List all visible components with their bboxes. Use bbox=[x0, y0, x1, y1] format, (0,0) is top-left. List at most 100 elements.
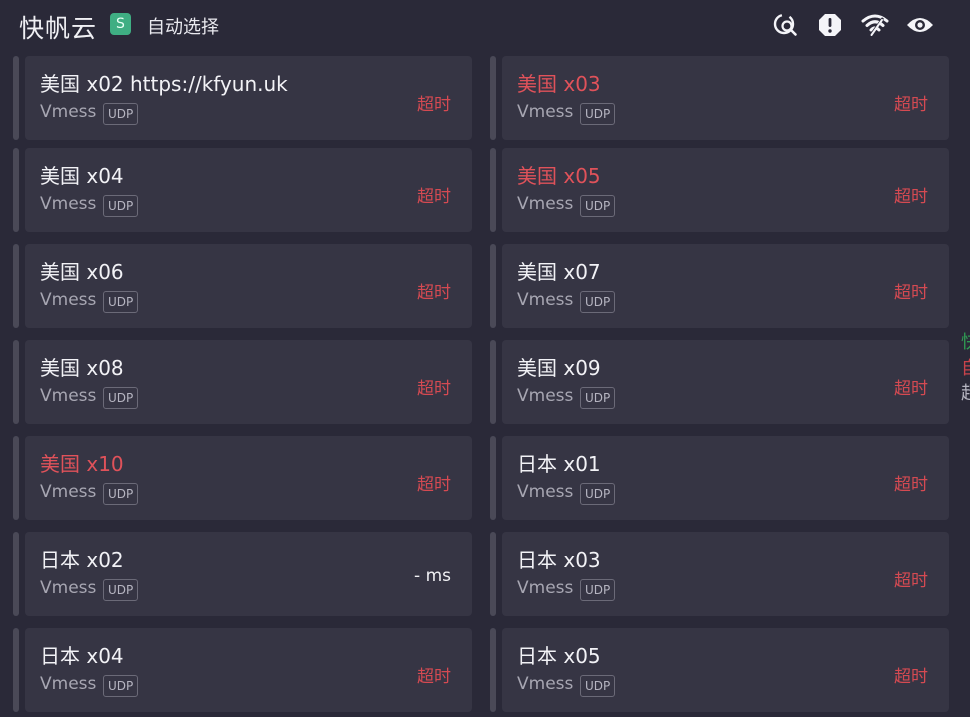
node-delay[interactable]: 超时 bbox=[417, 374, 451, 399]
node-delay[interactable]: 超时 bbox=[894, 182, 928, 207]
proxy-node-body[interactable]: 日本 x03 Vmess UDP 超时 bbox=[502, 532, 949, 616]
wifi-icon[interactable] bbox=[861, 11, 889, 39]
clipped-side-text: 自 bbox=[961, 354, 970, 380]
udp-tag: UDP bbox=[580, 675, 616, 697]
proxy-node-card[interactable]: 美国 x02 https://kfyun.uk Vmess UDP 超时 bbox=[13, 56, 473, 140]
proxy-node-card[interactable]: 美国 x08 Vmess UDP 超时 bbox=[13, 340, 473, 424]
proxy-node-card[interactable]: 日本 x05 Vmess UDP 超时 bbox=[490, 628, 950, 712]
proxy-node-body[interactable]: 美国 x02 https://kfyun.uk Vmess UDP 超时 bbox=[25, 56, 472, 140]
node-delay[interactable]: 超时 bbox=[417, 90, 451, 115]
node-protocol: Vmess bbox=[40, 386, 97, 406]
alert-icon[interactable] bbox=[816, 11, 844, 39]
selection-indicator bbox=[490, 628, 496, 712]
udp-tag: UDP bbox=[580, 387, 616, 409]
top-bar: 快帆云 S 自动选择 bbox=[0, 0, 970, 52]
proxy-node-card[interactable]: 日本 x01 Vmess UDP 超时 bbox=[490, 436, 950, 520]
proxy-node-card[interactable]: 美国 x10 Vmess UDP 超时 bbox=[13, 436, 473, 520]
proxy-node-body[interactable]: 美国 x09 Vmess UDP 超时 bbox=[502, 340, 949, 424]
proxy-node-body[interactable]: 美国 x03 Vmess UDP 超时 bbox=[502, 56, 949, 140]
udp-tag: UDP bbox=[103, 579, 139, 601]
node-protocol: Vmess bbox=[517, 482, 574, 502]
node-name: 美国 x02 https://kfyun.uk bbox=[40, 72, 288, 96]
node-protocol: Vmess bbox=[40, 194, 97, 214]
proxy-node-card[interactable]: 美国 x09 Vmess UDP 超时 bbox=[490, 340, 950, 424]
udp-tag: UDP bbox=[580, 579, 616, 601]
node-name: 日本 x04 bbox=[40, 644, 124, 668]
selection-indicator bbox=[13, 628, 19, 712]
node-name: 美国 x04 bbox=[40, 164, 124, 188]
proxy-node-card[interactable]: 美国 x03 Vmess UDP 超时 bbox=[490, 56, 950, 140]
search-speed-icon[interactable] bbox=[772, 11, 800, 39]
node-name: 美国 x10 bbox=[40, 452, 124, 476]
proxy-node-card[interactable]: 美国 x06 Vmess UDP 超时 bbox=[13, 244, 473, 328]
node-name: 美国 x09 bbox=[517, 356, 601, 380]
selection-indicator bbox=[13, 56, 19, 140]
udp-tag: UDP bbox=[580, 291, 616, 313]
clipped-side-text: 超 bbox=[961, 379, 970, 405]
proxy-node-body[interactable]: 日本 x04 Vmess UDP 超时 bbox=[25, 628, 472, 712]
clipped-side-text: 快 bbox=[961, 328, 970, 354]
node-name: 美国 x08 bbox=[40, 356, 124, 380]
selection-indicator bbox=[490, 148, 496, 232]
proxy-node-body[interactable]: 美国 x08 Vmess UDP 超时 bbox=[25, 340, 472, 424]
group-mode-label: 自动选择 bbox=[147, 17, 219, 38]
node-delay[interactable]: 超时 bbox=[417, 182, 451, 207]
node-delay[interactable]: 超时 bbox=[417, 662, 451, 687]
proxy-node-body[interactable]: 美国 x04 Vmess UDP 超时 bbox=[25, 148, 472, 232]
udp-tag: UDP bbox=[580, 103, 616, 125]
node-name: 美国 x05 bbox=[517, 164, 601, 188]
group-type-badge: S bbox=[110, 13, 131, 35]
udp-tag: UDP bbox=[103, 675, 139, 697]
proxy-node-body[interactable]: 美国 x05 Vmess UDP 超时 bbox=[502, 148, 949, 232]
selection-indicator bbox=[490, 56, 496, 140]
node-delay[interactable]: - ms bbox=[414, 566, 451, 586]
node-protocol: Vmess bbox=[517, 674, 574, 694]
proxy-node-body[interactable]: 日本 x05 Vmess UDP 超时 bbox=[502, 628, 949, 712]
node-protocol: Vmess bbox=[40, 578, 97, 598]
eye-icon[interactable] bbox=[906, 11, 934, 39]
proxy-node-card[interactable]: 日本 x03 Vmess UDP 超时 bbox=[490, 532, 950, 616]
node-protocol: Vmess bbox=[517, 194, 574, 214]
node-name: 日本 x01 bbox=[517, 452, 601, 476]
udp-tag: UDP bbox=[103, 387, 139, 409]
selection-indicator bbox=[490, 532, 496, 616]
udp-tag: UDP bbox=[103, 483, 139, 505]
node-name: 日本 x05 bbox=[517, 644, 601, 668]
node-delay[interactable]: 超时 bbox=[417, 278, 451, 303]
selection-indicator bbox=[490, 340, 496, 424]
proxy-node-body[interactable]: 日本 x02 Vmess UDP - ms bbox=[25, 532, 472, 616]
proxy-node-card[interactable]: 日本 x04 Vmess UDP 超时 bbox=[13, 628, 473, 712]
node-delay[interactable]: 超时 bbox=[894, 90, 928, 115]
proxy-node-body[interactable]: 美国 x10 Vmess UDP 超时 bbox=[25, 436, 472, 520]
node-delay[interactable]: 超时 bbox=[894, 374, 928, 399]
selection-indicator bbox=[13, 436, 19, 520]
selection-indicator bbox=[490, 244, 496, 328]
node-protocol: Vmess bbox=[40, 290, 97, 310]
proxy-node-card[interactable]: 美国 x05 Vmess UDP 超时 bbox=[490, 148, 950, 232]
proxy-node-grid: 美国 x02 https://kfyun.uk Vmess UDP 超时 美国 x03 V… bbox=[0, 52, 970, 717]
node-name: 美国 x07 bbox=[517, 260, 601, 284]
node-protocol: Vmess bbox=[517, 386, 574, 406]
node-protocol: Vmess bbox=[40, 102, 97, 122]
node-delay[interactable]: 超时 bbox=[894, 662, 928, 687]
node-protocol: Vmess bbox=[40, 482, 97, 502]
proxy-node-card[interactable]: 日本 x02 Vmess UDP - ms bbox=[13, 532, 473, 616]
node-delay[interactable]: 超时 bbox=[894, 566, 928, 591]
proxy-node-card[interactable]: 美国 x04 Vmess UDP 超时 bbox=[13, 148, 473, 232]
proxy-node-body[interactable]: 美国 x06 Vmess UDP 超时 bbox=[25, 244, 472, 328]
proxy-node-body[interactable]: 美国 x07 Vmess UDP 超时 bbox=[502, 244, 949, 328]
selection-indicator bbox=[13, 148, 19, 232]
node-protocol: Vmess bbox=[517, 578, 574, 598]
udp-tag: UDP bbox=[580, 483, 616, 505]
proxy-node-card[interactable]: 美国 x07 Vmess UDP 超时 bbox=[490, 244, 950, 328]
proxy-node-body[interactable]: 日本 x01 Vmess UDP 超时 bbox=[502, 436, 949, 520]
node-delay[interactable]: 超时 bbox=[894, 278, 928, 303]
udp-tag: UDP bbox=[103, 195, 139, 217]
udp-tag: UDP bbox=[103, 103, 139, 125]
node-protocol: Vmess bbox=[40, 674, 97, 694]
node-delay[interactable]: 超时 bbox=[894, 470, 928, 495]
selection-indicator bbox=[13, 340, 19, 424]
selection-indicator bbox=[490, 436, 496, 520]
node-protocol: Vmess bbox=[517, 102, 574, 122]
node-delay[interactable]: 超时 bbox=[417, 470, 451, 495]
